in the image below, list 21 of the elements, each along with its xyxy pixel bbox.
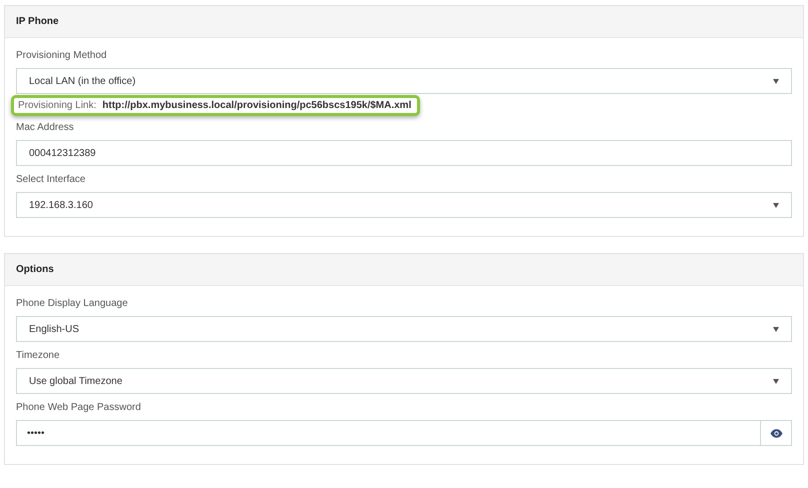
panel-title: Options xyxy=(16,264,54,275)
field-label: Provisioning Method xyxy=(16,50,108,61)
link-label: Provisioning Link: xyxy=(18,100,96,111)
field-label: Select Interface xyxy=(16,174,86,185)
field-label: Phone Display Language xyxy=(16,298,129,309)
panel-title: IP Phone xyxy=(16,16,59,27)
eye-icon xyxy=(770,428,782,438)
caret-icon xyxy=(773,202,779,208)
caret-icon xyxy=(773,378,779,384)
field-label: Timezone xyxy=(16,350,61,361)
field-label: Phone Web Page Password xyxy=(16,402,142,413)
caret-icon xyxy=(773,78,779,84)
input-field[interactable]: 000412312389 xyxy=(16,140,792,166)
select-field[interactable]: Local LAN (in the office) xyxy=(16,68,792,94)
select-field[interactable]: 192.168.3.160 xyxy=(16,192,792,218)
caret-icon xyxy=(773,326,779,332)
password-field[interactable]: ••••• xyxy=(16,420,761,446)
show-password-button[interactable] xyxy=(761,420,792,446)
field-label: Mac Address xyxy=(16,122,75,133)
select-field[interactable]: English-US xyxy=(16,316,792,342)
select-field[interactable]: Use global Timezone xyxy=(16,368,792,394)
